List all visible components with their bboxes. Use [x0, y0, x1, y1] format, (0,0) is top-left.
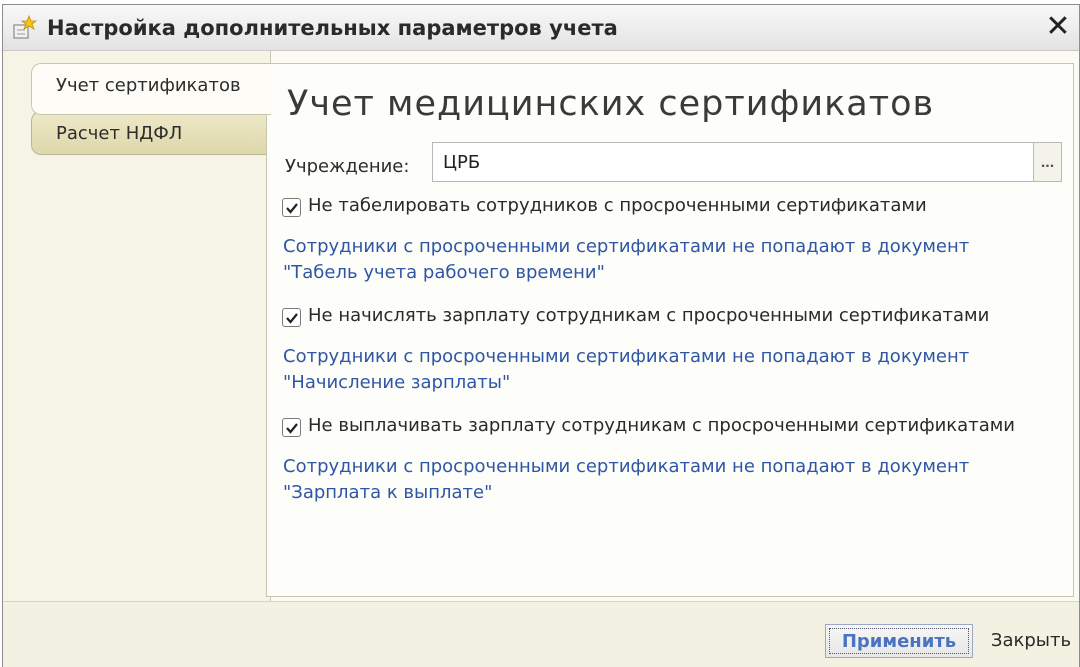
hint-line: "Табель учета рабочего времени": [283, 262, 605, 283]
option-hint: Сотрудники с просроченными сертификатами…: [283, 454, 1043, 506]
content-panel: Учет медицинских сертификатов Учреждение…: [266, 63, 1074, 597]
window-title: Настройка дополнительных параметров учет…: [47, 16, 618, 40]
option-label: Не выплачивать зарплату сотрудникам с пр…: [308, 415, 1016, 436]
hint-line: Сотрудники с просроченными сертификатами…: [283, 236, 970, 257]
settings-dialog: Настройка дополнительных параметров учет…: [2, 4, 1080, 667]
settings-icon: [11, 14, 39, 41]
institution-field[interactable]: ЦРБ: [432, 142, 1034, 182]
option-label: Не табелировать сотрудников с просроченн…: [308, 195, 927, 216]
option-hint: Сотрудники с просроченными сертификатами…: [283, 344, 1043, 396]
apply-button[interactable]: Применить: [825, 624, 973, 658]
hint-line: Сотрудники с просроченными сертификатами…: [283, 456, 970, 477]
dialog-footer: Применить Закрыть: [3, 601, 1079, 667]
option-label: Не начислять зарплату сотрудникам с прос…: [308, 305, 990, 326]
checkbox-checked-icon[interactable]: [282, 198, 301, 217]
title-bar[interactable]: Настройка дополнительных параметров учет…: [3, 5, 1079, 51]
hint-line: "Зарплата к выплате": [283, 482, 493, 503]
close-button[interactable]: Закрыть: [983, 624, 1079, 658]
section-title: Учет медицинских сертификатов: [287, 84, 935, 124]
option-hint: Сотрудники с просроченными сертификатами…: [283, 234, 1043, 286]
tab-ndfl[interactable]: Расчет НДФЛ: [31, 111, 271, 155]
tab-panel: Учет сертификатов Расчет НДФЛ: [3, 51, 271, 601]
tab-certificates[interactable]: Учет сертификатов: [31, 63, 271, 115]
hint-line: "Начисление зарплаты": [283, 372, 511, 393]
checkbox-checked-icon[interactable]: [282, 418, 301, 437]
hint-line: Сотрудники с просроченными сертификатами…: [283, 346, 970, 367]
institution-label: Учреждение:: [285, 156, 410, 177]
select-button[interactable]: ...: [1034, 142, 1062, 182]
close-icon[interactable]: ✕: [1043, 11, 1073, 43]
checkbox-checked-icon[interactable]: [282, 308, 301, 327]
